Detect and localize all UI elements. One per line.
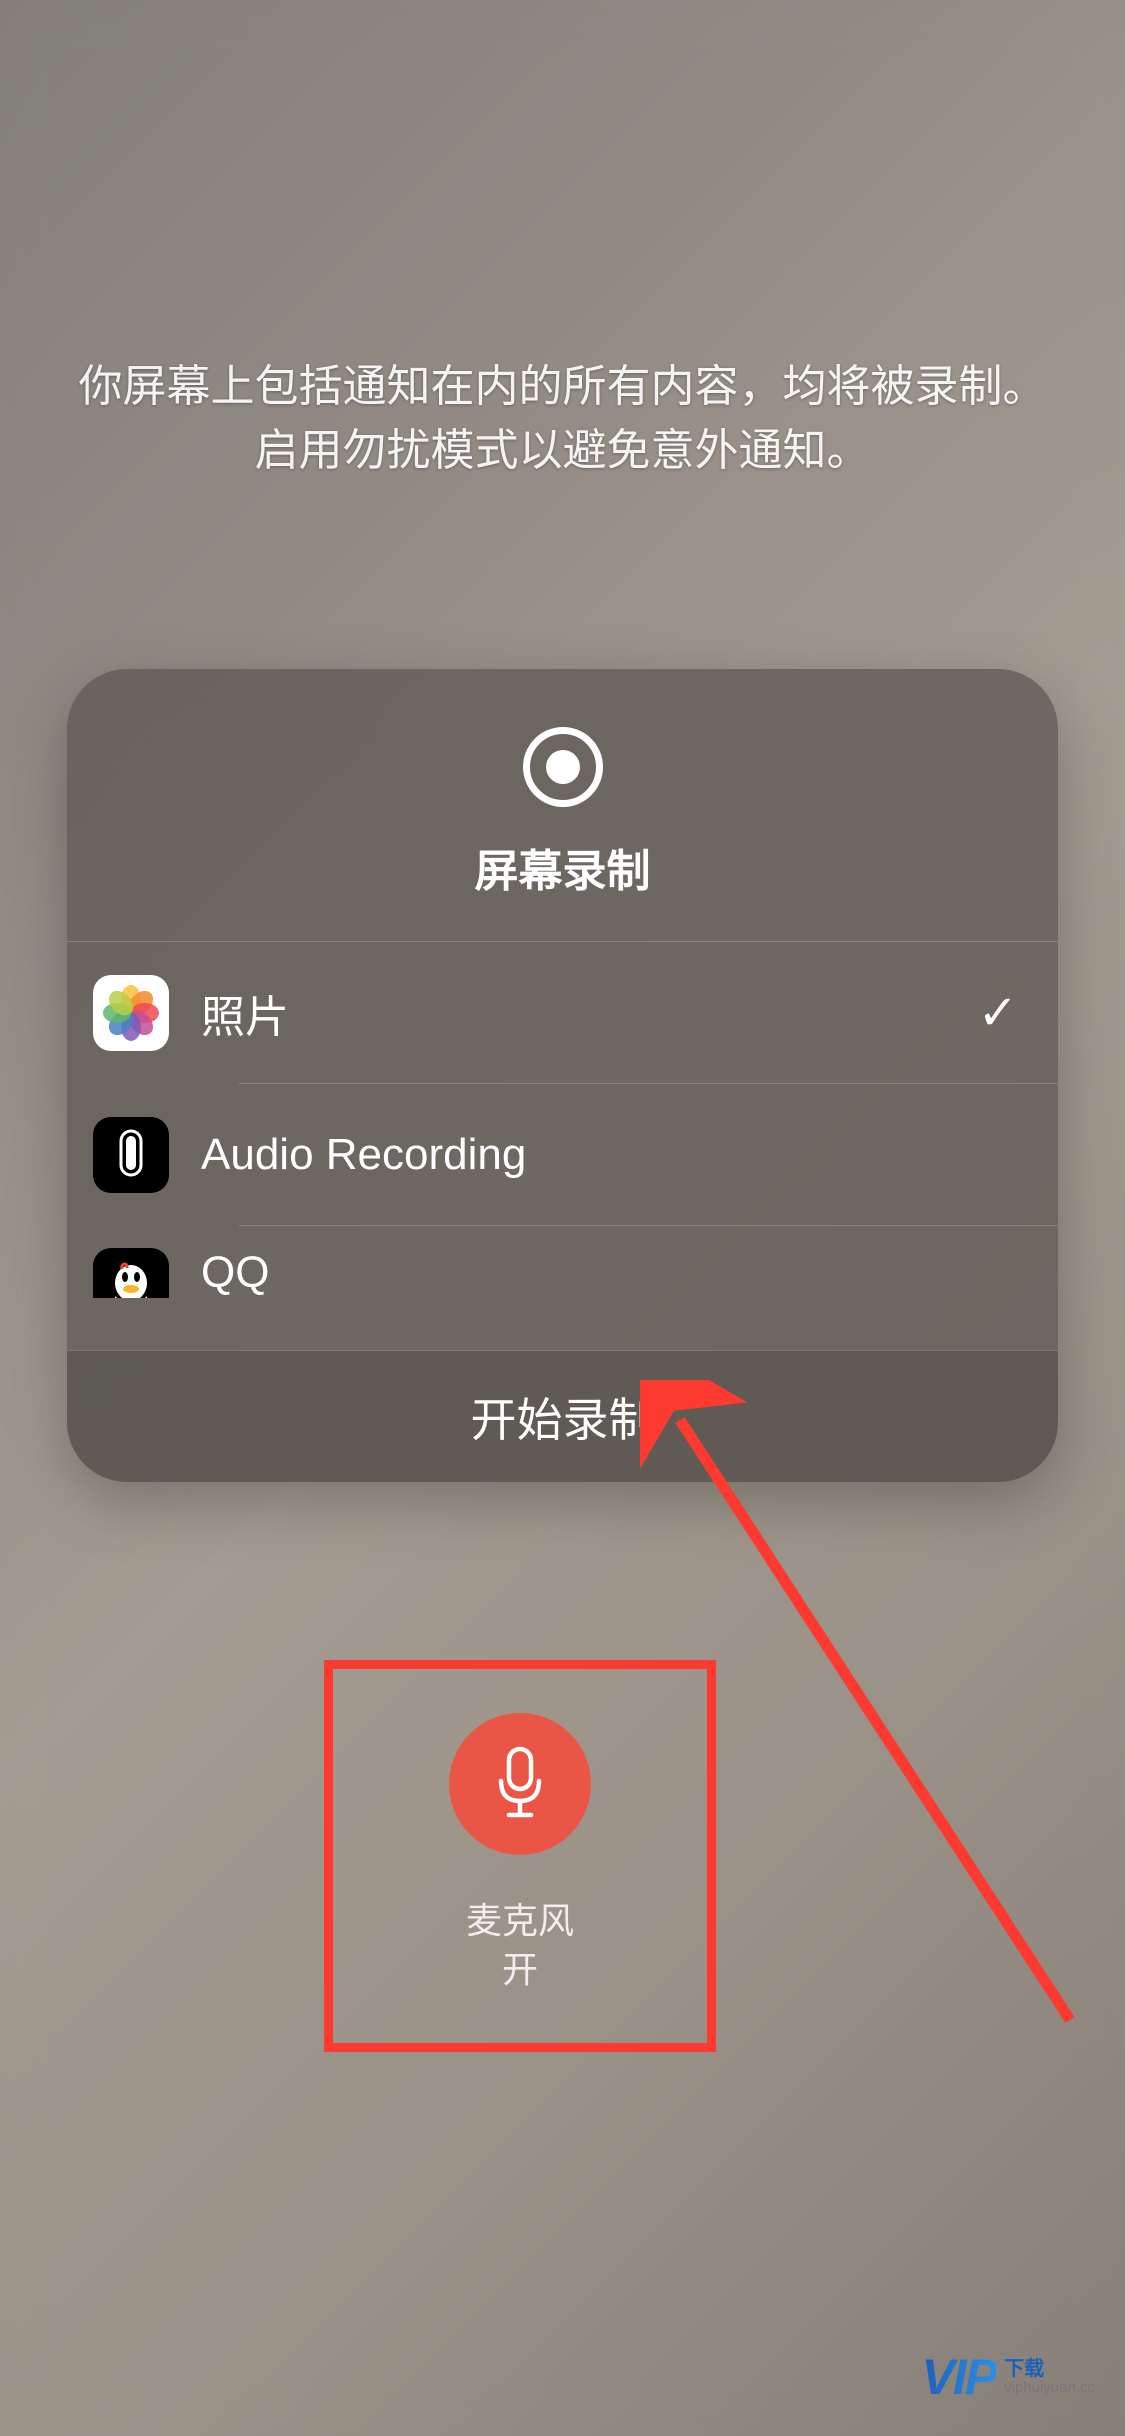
microphone-icon: [491, 1745, 549, 1823]
option-row-photos[interactable]: 照片 ✓: [67, 942, 1058, 1084]
screen-recording-card: 屏幕录制 照片 ✓: [67, 669, 1058, 1482]
microphone-status-label: 麦克风开: [466, 1897, 574, 1994]
watermark: VIP 下载 viphuiyuan.cc: [922, 2348, 1095, 2406]
card-header: 屏幕录制: [67, 669, 1058, 941]
audio-recording-app-icon: [93, 1117, 169, 1193]
warning-text: 你屏幕上包括通知在内的所有内容，均将被录制。启用勿扰模式以避免意外通知。: [68, 355, 1058, 483]
qq-app-icon: [93, 1248, 169, 1298]
start-recording-button[interactable]: 开始录制: [67, 1350, 1058, 1482]
microphone-annotation-box: 麦克风开: [324, 1660, 716, 2052]
microphone-toggle-button[interactable]: [449, 1713, 591, 1855]
destination-option-list: 照片 ✓ Audio Recording: [67, 941, 1058, 1298]
option-label: QQ: [201, 1248, 1018, 1298]
checkmark-icon: ✓: [978, 985, 1018, 1041]
card-title: 屏幕录制: [475, 835, 651, 899]
watermark-logo: VIP: [922, 2348, 997, 2406]
option-row-audio-recording[interactable]: Audio Recording: [67, 1084, 1058, 1226]
photos-app-icon: [93, 975, 169, 1051]
option-row-qq[interactable]: QQ: [67, 1226, 1058, 1298]
option-label: 照片: [201, 981, 946, 1045]
watermark-cn-text: 下载: [1004, 2358, 1095, 2380]
watermark-url: viphuiyuan.cc: [1004, 2380, 1095, 2397]
option-label: Audio Recording: [201, 1130, 1018, 1180]
record-icon: [523, 727, 603, 807]
